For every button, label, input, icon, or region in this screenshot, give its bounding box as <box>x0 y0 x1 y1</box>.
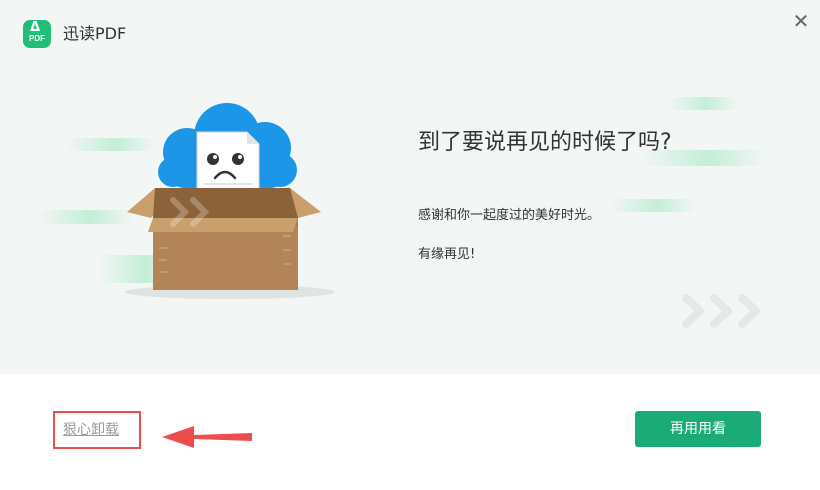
hero-panel: ᐃ PDF 迅读PDF ✕ 到了要说再见的时候了吗? 感谢和你一起度过的美好时光… <box>0 0 820 374</box>
decor-streak <box>668 97 738 110</box>
continue-using-button[interactable]: 再用用看 <box>635 411 761 447</box>
pdf-logo-icon: ᐃ PDF <box>23 20 51 48</box>
farewell-heading: 到了要说再见的时候了吗? <box>418 130 672 155</box>
close-icon[interactable]: ✕ <box>790 10 812 32</box>
thanks-text: 感谢和你一起度过的美好时光。 <box>418 208 601 223</box>
chevrons-icon <box>682 294 760 328</box>
goodbye-text: 有缘再见! <box>418 247 476 262</box>
decor-streak <box>610 199 695 212</box>
box-cloud-illustration <box>125 103 335 299</box>
title-bar: ᐃ PDF 迅读PDF ✕ <box>0 0 820 70</box>
annotation-arrow-icon <box>162 426 252 448</box>
app-title: 迅读PDF <box>63 24 127 43</box>
uninstall-link[interactable]: 狠心卸载 <box>63 420 119 440</box>
